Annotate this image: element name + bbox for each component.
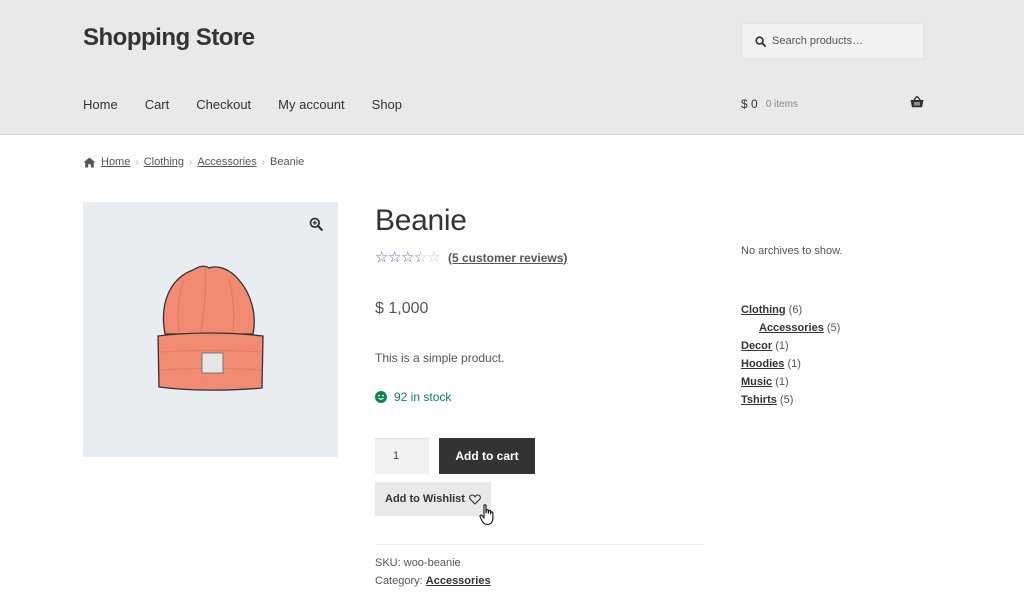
category-link[interactable]: Music: [741, 376, 772, 388]
breadcrumb-separator: ›: [261, 156, 266, 168]
star-icon: ☆: [375, 249, 389, 266]
category-item: Decor (1): [741, 340, 840, 358]
nav-cart[interactable]: Cart: [145, 97, 170, 112]
breadcrumb-current: Beanie: [270, 156, 305, 168]
site-title[interactable]: Shopping Store: [83, 24, 255, 52]
nav-home[interactable]: Home: [83, 97, 118, 112]
category-count: (5): [826, 322, 841, 334]
smiley-icon: [375, 391, 387, 403]
stock-text: 92 in stock: [394, 390, 452, 404]
customer-reviews-link[interactable]: (5 customer reviews): [448, 251, 567, 265]
home-icon: [83, 157, 96, 167]
breadcrumb-separator: ›: [135, 156, 139, 168]
category-item: Hoodies (1): [741, 358, 840, 376]
heart-icon: [469, 493, 481, 505]
product-summary: Beanie ☆ ☆ ☆ ☆ ☆ (5 customer reviews) $ 1,00…: [375, 204, 705, 587]
cart-total: $ 0: [741, 97, 758, 111]
search-icon: [755, 35, 766, 47]
breadcrumb-accessories[interactable]: Accessories: [197, 156, 256, 168]
search-input[interactable]: [772, 35, 912, 47]
product-sku: SKU: woo-beanie: [375, 557, 461, 569]
star-icon: ☆: [388, 249, 402, 266]
category-link[interactable]: Clothing: [741, 304, 786, 316]
category-item: Music (1): [741, 376, 840, 394]
quantity-input[interactable]: [375, 438, 429, 474]
stock-status: 92 in stock: [375, 390, 451, 404]
category-link[interactable]: Hoodies: [741, 358, 784, 370]
category-label: Category:: [375, 575, 423, 587]
nav-my-account[interactable]: My account: [278, 97, 344, 112]
archives-empty-text: No archives to show.: [741, 245, 843, 257]
category-item: Clothing (6): [741, 304, 840, 322]
category-link[interactable]: Accessories: [759, 322, 824, 334]
category-count: (6): [788, 304, 803, 316]
breadcrumb: Home › Clothing › Accessories › Beanie: [83, 156, 304, 168]
category-link[interactable]: Accessories: [426, 575, 491, 587]
add-to-wishlist-button[interactable]: Add to Wishlist: [375, 482, 491, 516]
nav-checkout[interactable]: Checkout: [196, 97, 251, 112]
cart-item-count: 0 items: [765, 98, 798, 110]
category-item: Accessories (5): [741, 322, 840, 340]
header-cart[interactable]: $ 0 0 items: [741, 96, 924, 111]
breadcrumb-separator: ›: [189, 156, 193, 168]
category-item: Tshirts (5): [741, 394, 840, 412]
sku-value: woo-beanie: [403, 557, 461, 569]
category-count: (1): [787, 358, 801, 370]
product-description: This is a simple product.: [375, 351, 505, 365]
hand-cursor-icon: [479, 504, 494, 526]
basket-icon[interactable]: [910, 96, 924, 108]
primary-nav: Home Cart Checkout My account Shop: [83, 97, 429, 112]
search-box[interactable]: [741, 23, 924, 59]
zoom-icon[interactable]: [309, 217, 323, 231]
category-link[interactable]: Decor: [741, 340, 772, 352]
product-image[interactable]: [83, 202, 338, 457]
site-header: Shopping Store Home Cart Checkout My acc…: [0, 0, 1024, 135]
star-icon: ☆: [427, 249, 441, 266]
category-count: (1): [775, 376, 789, 388]
category-count: (5): [779, 394, 794, 406]
meta-divider: [375, 544, 705, 545]
beanie-illustration: [157, 265, 264, 391]
category-link[interactable]: Tshirts: [741, 394, 777, 406]
sku-label: SKU:: [375, 557, 401, 569]
product-category: Category: Accessories: [375, 575, 491, 587]
star-rating: ☆ ☆ ☆ ☆ ☆: [375, 250, 440, 265]
product-categories-list: Clothing (6) Accessories (5) Decor (1) Hood…: [741, 304, 840, 412]
add-to-cart-button[interactable]: Add to cart: [439, 438, 535, 474]
product-price: $ 1,000: [375, 300, 429, 317]
star-icon: ☆: [414, 249, 428, 266]
nav-shop[interactable]: Shop: [372, 97, 402, 112]
breadcrumb-home[interactable]: Home: [101, 156, 130, 168]
product-rating: ☆ ☆ ☆ ☆ ☆ (5 customer reviews): [375, 250, 567, 265]
star-icon: ☆: [401, 249, 415, 266]
category-count: (1): [775, 340, 789, 352]
breadcrumb-clothing[interactable]: Clothing: [144, 156, 184, 168]
product-title: Beanie: [375, 204, 467, 237]
wishlist-label: Add to Wishlist: [385, 493, 465, 505]
